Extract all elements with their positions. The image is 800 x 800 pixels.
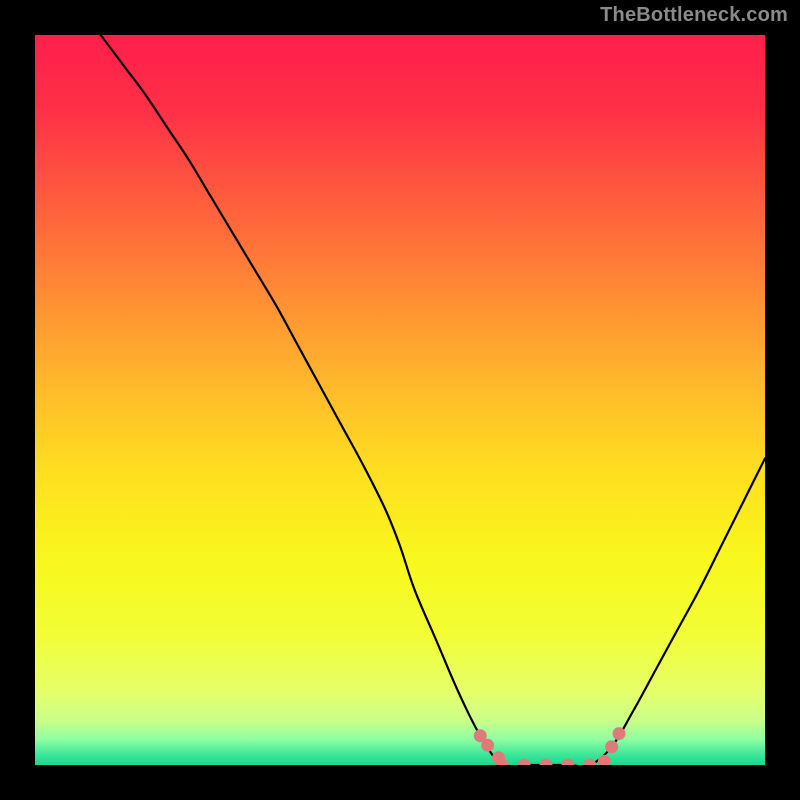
- chart-svg: [35, 35, 765, 765]
- plot-area: [35, 35, 765, 765]
- chart-stage: TheBottleneck.com: [0, 0, 800, 800]
- marker-point: [481, 739, 494, 752]
- marker-point: [605, 740, 618, 753]
- marker-point: [613, 727, 626, 740]
- gradient-background: [35, 35, 765, 765]
- watermark-label: TheBottleneck.com: [600, 4, 788, 27]
